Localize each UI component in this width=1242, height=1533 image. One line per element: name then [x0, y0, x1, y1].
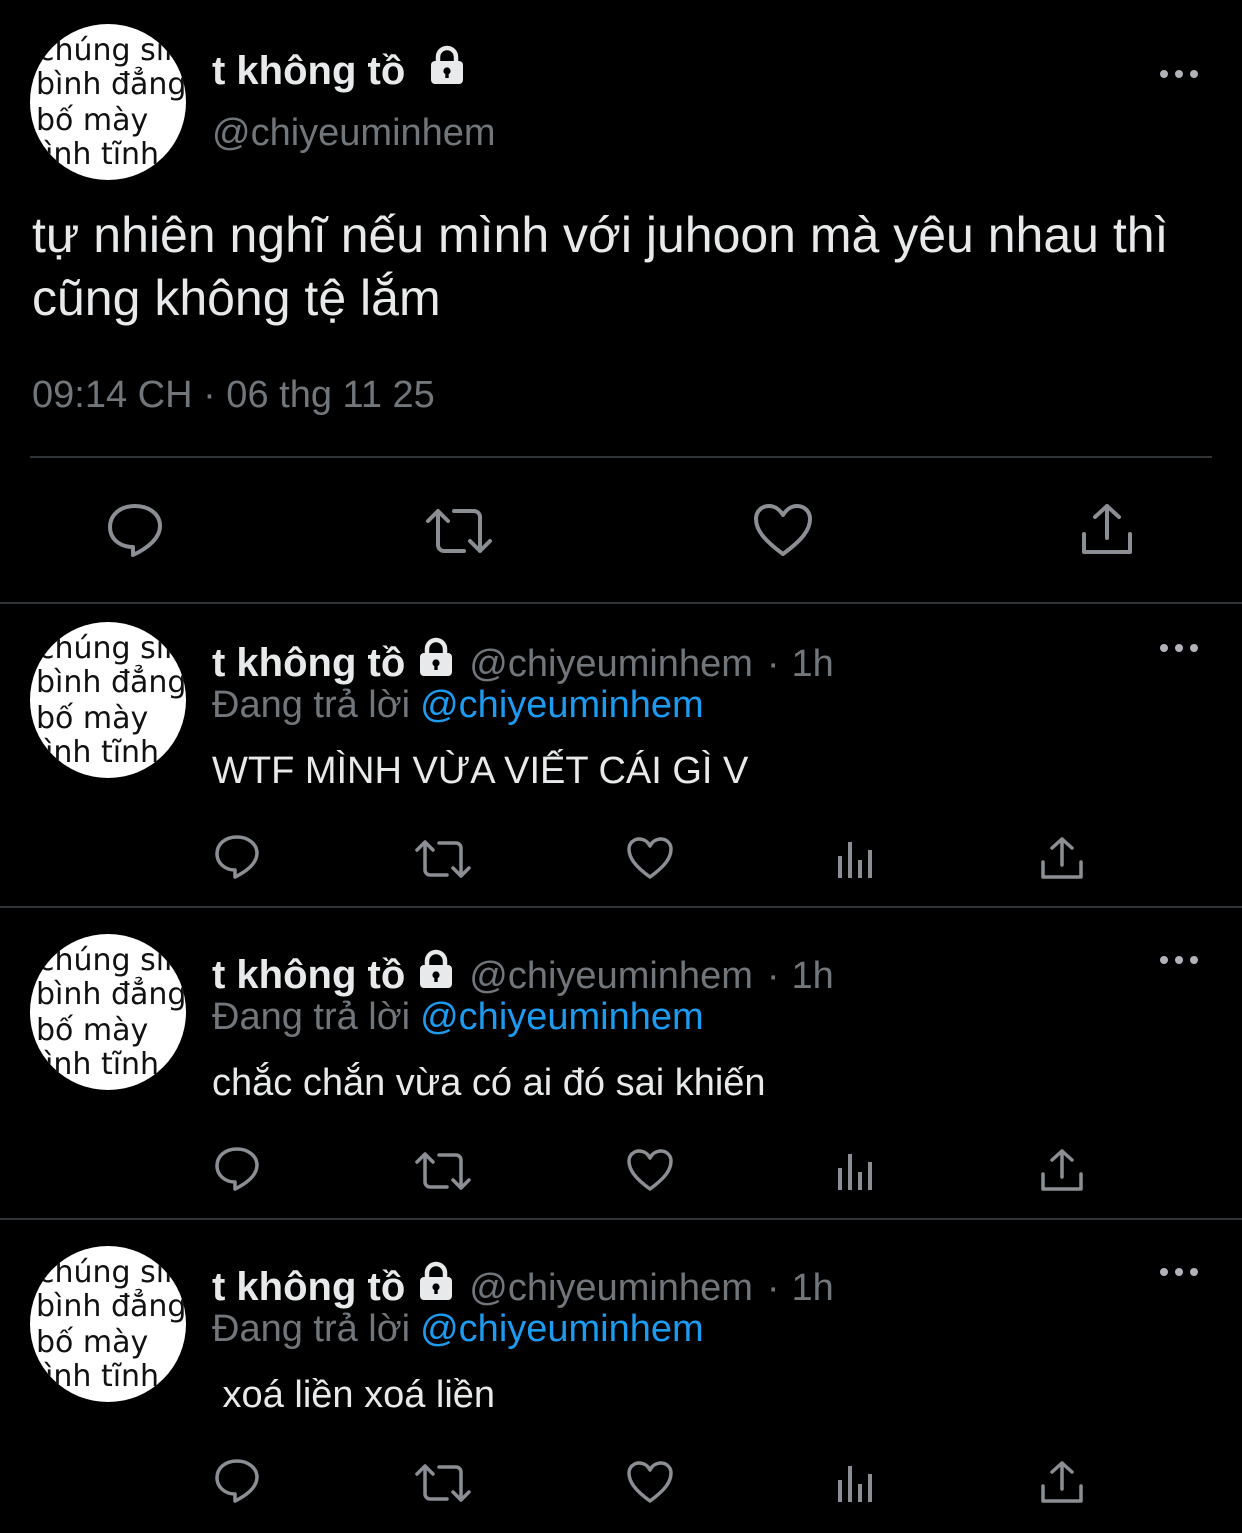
dot-separator: ·: [766, 643, 780, 685]
reply-tweet[interactable]: chúng sinh bình đẳng bố mày bình tĩnh t …: [0, 916, 1242, 1226]
display-name-text: t không tồ: [212, 49, 406, 93]
reply-meta: t không tồ @chiyeuminhem · 1h: [212, 1260, 834, 1312]
avatar-text-line: chúng sinh: [38, 943, 186, 978]
main-tweet: chúng sinh bình đẳng bố mày bình tĩnh t …: [0, 0, 1242, 602]
dot-separator: ·: [766, 955, 780, 997]
separator: [0, 906, 1242, 908]
avatar-text-line: chúng sinh: [38, 33, 186, 68]
reply-time[interactable]: 1h: [792, 643, 834, 685]
avatar-text-line: bình đẳng: [36, 1289, 186, 1324]
mention-link[interactable]: @chiyeuminhem: [420, 684, 704, 726]
like-icon[interactable]: [626, 1148, 674, 1192]
dot-separator: ·: [766, 1267, 780, 1309]
mention-link[interactable]: @chiyeuminhem: [420, 1308, 704, 1350]
like-icon[interactable]: [626, 1460, 674, 1504]
separator: [0, 1218, 1242, 1220]
reply-time[interactable]: 1h: [792, 1267, 834, 1309]
avatar-text-line: bình tĩnh: [30, 735, 160, 770]
avatar-text-line: bình tĩnh: [30, 137, 160, 172]
tweet-text: tự nhiên nghĩ nếu mình với juhoon mà yêu…: [32, 207, 1169, 326]
reply-tweet[interactable]: chúng sinh bình đẳng bố mày bình tĩnh t …: [0, 1228, 1242, 1533]
avatar-text-line: chúng sinh: [38, 1255, 186, 1290]
reply-tweet[interactable]: chúng sinh bình đẳng bố mày bình tĩnh t …: [0, 604, 1242, 914]
lock-icon: [415, 948, 457, 1000]
handle[interactable]: @chiyeuminhem: [212, 112, 496, 155]
handle[interactable]: @chiyeuminhem: [469, 955, 753, 997]
reply-icon[interactable]: [214, 834, 260, 880]
reply-text: xoá liền xoá liền: [212, 1374, 496, 1416]
retweet-icon[interactable]: [424, 505, 494, 557]
more-icon[interactable]: [1160, 1268, 1200, 1278]
reply-text: chắc chắn vừa có ai đó sai khiến: [212, 1062, 766, 1104]
replying-to: Đang trả lời @chiyeuminhem: [212, 996, 704, 1039]
timestamp[interactable]: 09:14 CH · 06 thg 11 25: [32, 374, 435, 417]
retweet-icon[interactable]: [414, 838, 472, 880]
share-icon[interactable]: [1040, 1148, 1084, 1192]
avatar[interactable]: chúng sinh bình đẳng bố mày bình tĩnh: [30, 622, 186, 778]
reply-icon[interactable]: [214, 1458, 260, 1504]
handle[interactable]: @chiyeuminhem: [469, 1267, 753, 1309]
share-icon[interactable]: [1080, 502, 1134, 556]
reply-meta: t không tồ @chiyeuminhem · 1h: [212, 636, 834, 688]
avatar-text-line: bố mày: [36, 103, 149, 138]
share-icon[interactable]: [1040, 1460, 1084, 1504]
more-icon[interactable]: [1160, 956, 1200, 966]
avatar-text-line: bình đẳng: [36, 665, 186, 700]
reply-icon[interactable]: [106, 502, 164, 558]
reply-icon[interactable]: [214, 1146, 260, 1192]
like-icon[interactable]: [752, 502, 814, 558]
display-name[interactable]: t không tồ: [212, 44, 468, 96]
avatar[interactable]: chúng sinh bình đẳng bố mày bình tĩnh: [30, 1246, 186, 1402]
more-icon[interactable]: [1160, 644, 1200, 654]
more-icon[interactable]: [1160, 70, 1200, 80]
retweet-icon[interactable]: [414, 1150, 472, 1192]
handle[interactable]: @chiyeuminhem: [469, 643, 753, 685]
replying-label: Đang trả lời: [212, 996, 411, 1038]
replying-label: Đang trả lời: [212, 1308, 411, 1350]
display-name[interactable]: t không tồ: [212, 953, 405, 997]
avatar-text-line: bố mày: [36, 701, 149, 736]
reply-time[interactable]: 1h: [792, 955, 834, 997]
reply-text: WTF MÌNH VỪA VIẾT CÁI GÌ V: [212, 750, 749, 792]
views-icon[interactable]: [836, 1464, 876, 1504]
avatar-text-line: bình tĩnh: [30, 1047, 160, 1082]
avatar-text-line: bố mày: [36, 1325, 149, 1360]
avatar-text-line: bình đẳng: [36, 67, 186, 102]
mention-link[interactable]: @chiyeuminhem: [420, 996, 704, 1038]
views-icon[interactable]: [836, 840, 876, 880]
display-name[interactable]: t không tồ: [212, 1265, 405, 1309]
lock-icon: [415, 636, 457, 688]
like-icon[interactable]: [626, 836, 674, 880]
lock-icon: [415, 1260, 457, 1312]
retweet-icon[interactable]: [414, 1462, 472, 1504]
avatar-text-line: bình đẳng: [36, 977, 186, 1012]
reply-meta: t không tồ @chiyeuminhem · 1h: [212, 948, 834, 1000]
replying-to: Đang trả lời @chiyeuminhem: [212, 1308, 704, 1351]
display-name[interactable]: t không tồ: [212, 641, 405, 685]
avatar-text-line: chúng sinh: [38, 631, 186, 666]
avatar-text-line: bình tĩnh: [30, 1359, 160, 1394]
views-icon[interactable]: [836, 1152, 876, 1192]
share-icon[interactable]: [1040, 836, 1084, 880]
divider: [30, 456, 1212, 458]
avatar[interactable]: chúng sinh bình đẳng bố mày bình tĩnh: [30, 934, 186, 1090]
replying-label: Đang trả lời: [212, 684, 411, 726]
lock-icon: [426, 44, 468, 96]
avatar-text-line: bố mày: [36, 1013, 149, 1048]
replying-to: Đang trả lời @chiyeuminhem: [212, 684, 704, 727]
avatar[interactable]: chúng sinh bình đẳng bố mày bình tĩnh: [30, 24, 186, 180]
